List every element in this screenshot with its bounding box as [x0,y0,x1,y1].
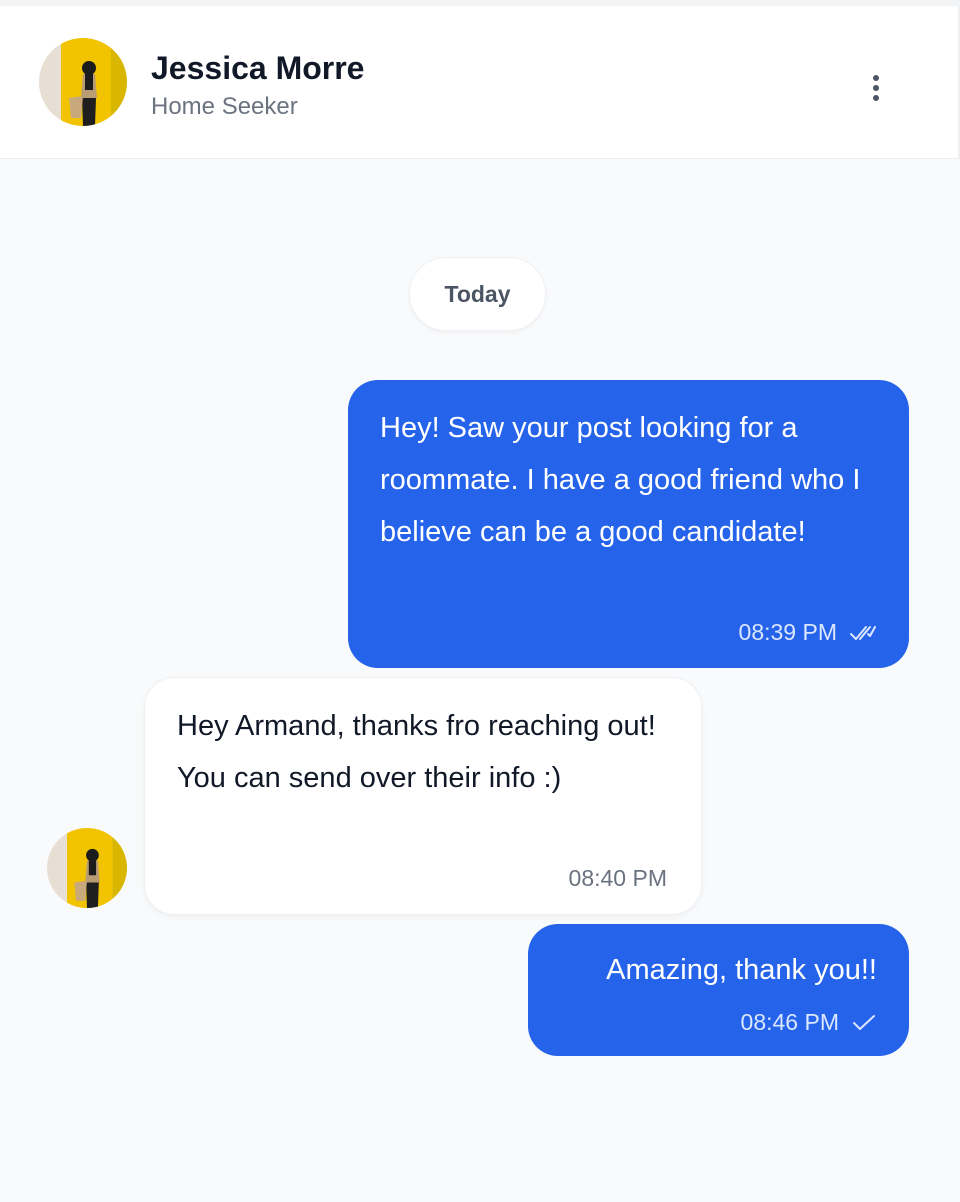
menu-dot [873,85,879,91]
message-text: Hey Armand, thanks fro reaching out! You… [177,710,656,794]
more-vertical-icon[interactable] [860,64,892,112]
message-meta: 08:39 PM [739,619,877,646]
message-time: 08:46 PM [740,1009,839,1035]
sender-avatar[interactable] [47,828,127,908]
double-check-icon [849,624,877,642]
contact-name: Jessica Morre [151,50,365,86]
message-time: 08:39 PM [738,619,837,645]
check-icon [851,1014,877,1032]
contact-role: Home Seeker [151,93,298,120]
contact-avatar[interactable] [39,38,127,126]
avatar-image [47,828,127,908]
message-time: 08:40 PM [568,865,667,891]
menu-dot [873,75,879,81]
message-meta: 08:40 PM [569,865,667,892]
date-divider: Today [409,257,546,331]
avatar-image [39,38,127,126]
chat-header: Jessica Morre Home Seeker [0,6,960,159]
message-text: Hey! Saw your post looking for a roommat… [380,412,861,548]
menu-dot [873,95,879,101]
message-text: Amazing, thank you!! [606,954,877,986]
incoming-message[interactable]: Hey Armand, thanks fro reaching out! You… [144,677,702,915]
outgoing-message[interactable]: Hey! Saw your post looking for a roommat… [348,380,909,668]
outgoing-message[interactable]: Amazing, thank you!! 08:46 PM [528,924,909,1056]
message-meta: 08:46 PM [741,1009,877,1036]
